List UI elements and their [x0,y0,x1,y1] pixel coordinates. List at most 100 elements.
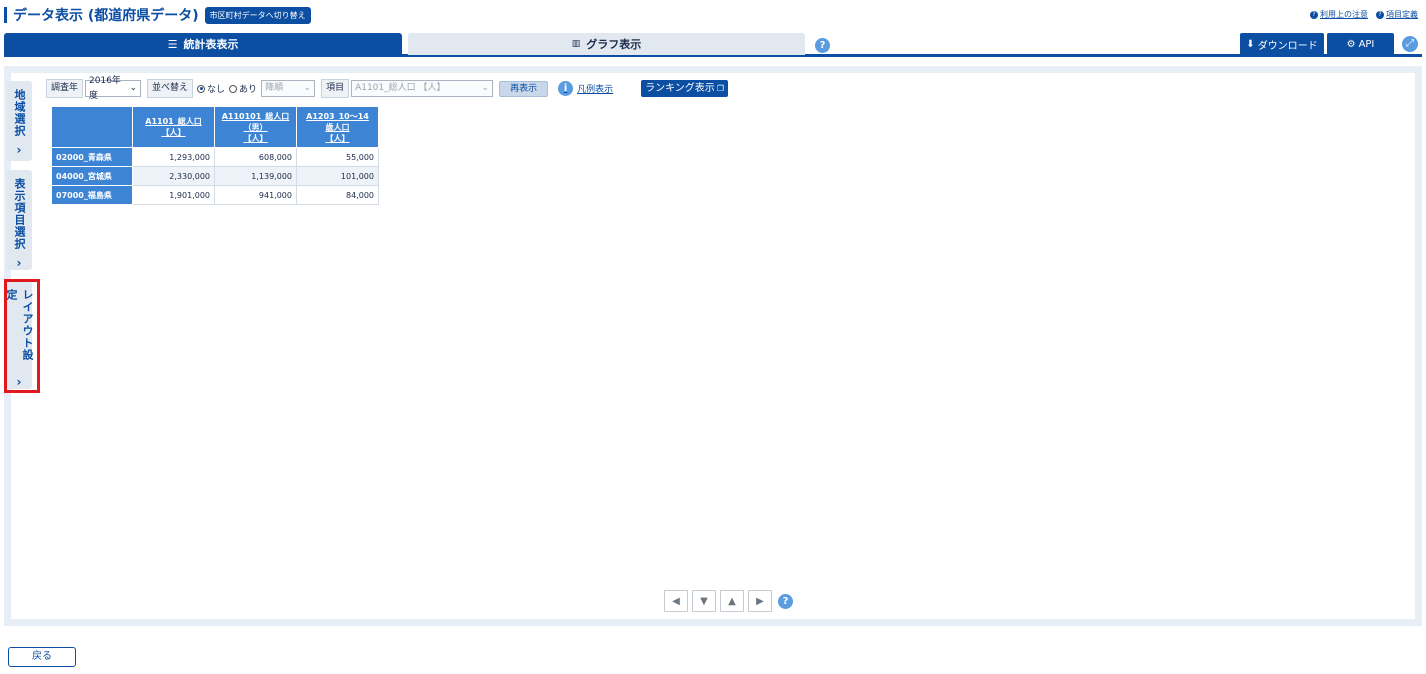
api-label: API [1358,38,1375,50]
download-label: ダウンロード [1257,40,1318,52]
table-cell: 608,000 [214,147,297,167]
ranking-button[interactable]: ランキング表示 ❐ [641,80,728,97]
chevron-right-icon: › [16,375,22,389]
tab-graph[interactable]: ▥ グラフ表示 [408,33,805,55]
redisplay-button[interactable]: 再表示 [499,80,549,97]
legend-link[interactable]: i 凡例表示 [558,81,613,96]
tab-bar: ☰ 統計表表示 ▥ グラフ表示 ? ⬇ ダウンロード ⚙ API ⤢ [4,33,1422,57]
caret-down-icon: ▼ [700,595,708,607]
page-title: データ表示 (都道府県データ) [13,8,199,24]
caret-right-icon: ▶ [756,595,764,607]
api-button[interactable]: ⚙ API [1327,33,1394,55]
column-header[interactable]: A1101_総人口 【人】 [132,106,215,148]
row-header: 07000_福島県 [51,185,133,205]
row-header: 02000_青森県 [51,147,133,167]
caret-up-icon: ▲ [728,595,736,607]
page-header: データ表示 (都道府県データ) 市区町村データへ切り替え [4,6,311,24]
column-header-line: A1101_総人口 [145,117,202,126]
table-cell: 941,000 [214,185,297,205]
sort-label: 並べ替え [147,79,194,98]
tab-stats-table-label: 統計表表示 [183,38,239,51]
download-icon: ⬇ [1246,38,1255,50]
sort-none-label: なし [207,85,226,95]
back-button[interactable]: 戻る [8,647,76,667]
table-cell: 101,000 [296,166,379,186]
sort-none-radio[interactable]: なし [193,82,229,95]
year-select[interactable]: 2016年度 ⌄ [85,76,142,101]
ranking-label: ランキング表示 [645,83,715,94]
tab-help-icon[interactable]: ? [815,38,830,53]
title-accent-bar [4,7,7,23]
column-header[interactable]: A1203_10～14 歳人口 【人】 [296,106,379,148]
year-select-value: 2016年度 [89,75,121,101]
side-tab-region-label: 地域選択 [13,89,26,137]
column-header-line: 【人】 [161,128,186,137]
tab-stats-table[interactable]: ☰ 統計表表示 [4,33,402,55]
scroll-up-button[interactable]: ▲ [720,590,744,612]
table-cell: 55,000 [296,147,379,167]
table-cell: 1,901,000 [132,185,215,205]
side-tab-items[interactable]: 表示項目選択 › [6,170,32,270]
table-corner [51,106,133,148]
column-header-line: （男） [243,122,268,132]
gear-icon: ⚙ [1346,38,1356,50]
tab-graph-label: グラフ表示 [586,38,642,51]
fullscreen-icon[interactable]: ⤢ [1402,36,1418,52]
side-tab-layout[interactable]: レイアウト設定 › [5,281,34,389]
row-header: 04000_宮城県 [51,166,133,186]
chevron-down-icon: ⌄ [129,83,138,93]
list-icon: ☰ [167,37,178,51]
usage-notes-label: 利用上の注意 [1320,10,1368,19]
column-header[interactable]: A110101_総人口 （男） 【人】 [214,106,297,148]
usage-notes-link[interactable]: ? 利用上の注意 [1310,9,1368,20]
table-cell: 84,000 [296,185,379,205]
info-icon: i [558,81,574,96]
sort-yes-radio[interactable]: あり [229,82,261,95]
item-select[interactable]: A1101_総人口 【人】 ⌄ [351,80,494,97]
table-row: 07000_福島県 1,901,000 941,000 84,000 [51,185,379,205]
column-header-line: 歳人口 [325,122,350,132]
chevron-down-icon: ⌄ [481,83,490,93]
item-definition-link[interactable]: ? 項目定義 [1376,9,1418,20]
table-row: 04000_宮城県 2,330,000 1,139,000 101,000 [51,166,379,186]
help-icon: ? [1310,10,1318,19]
legend-label: 凡例表示 [577,85,614,95]
chevron-down-icon: ⌄ [303,83,312,93]
column-header-line: 【人】 [325,133,350,143]
table-row: 02000_青森県 1,293,000 608,000 55,000 [51,147,379,167]
sort-yes-label: あり [239,85,258,95]
year-label: 調査年 [46,79,84,98]
help-icon: ? [1376,10,1384,19]
table-cell: 1,139,000 [214,166,297,186]
stats-table: A1101_総人口 【人】 A110101_総人口 （男） 【人】 A1203_… [51,106,379,205]
item-definition-label: 項目定義 [1386,10,1418,19]
scroll-down-button[interactable]: ▼ [692,590,716,612]
table-pager: ◀ ▼ ▲ ▶ ? [664,590,793,612]
caret-left-icon: ◀ [672,595,680,607]
scroll-right-button[interactable]: ▶ [748,590,772,612]
side-tab-items-label: 表示項目選択 [13,178,26,250]
side-tab-region[interactable]: 地域選択 › [6,81,32,161]
filter-toolbar: 調査年 2016年度 ⌄ 並べ替え なし あり 降順 ⌄ 項目 A1101_総人… [46,76,728,101]
switch-to-municipal-button[interactable]: 市区町村データへ切り替え [204,6,311,24]
table-cell: 2,330,000 [132,166,215,186]
table-cell: 1,293,000 [132,147,215,167]
pager-help-icon[interactable]: ? [778,593,793,609]
top-links: ? 利用上の注意 ? 項目定義 [1310,9,1418,20]
column-header-line: 【人】 [243,133,268,143]
side-tab-layout-label: レイアウト設定 [5,289,34,361]
item-select-value: A1101_総人口 【人】 [355,83,446,93]
chevron-right-icon: › [16,256,22,270]
column-header-line: A1203_10～14 [306,111,369,121]
radio-unselected-icon [229,84,238,93]
order-select-value: 降順 [265,83,284,93]
order-select[interactable]: 降順 ⌄ [261,80,316,97]
column-header-line: A110101_総人口 [221,111,290,121]
bar-chart-icon: ▥ [571,39,581,49]
chevron-right-icon: › [16,143,22,157]
radio-selected-icon [197,84,206,93]
download-button[interactable]: ⬇ ダウンロード [1240,33,1324,55]
external-window-icon: ❐ [716,84,724,93]
item-label: 項目 [321,79,350,98]
scroll-left-button[interactable]: ◀ [664,590,688,612]
